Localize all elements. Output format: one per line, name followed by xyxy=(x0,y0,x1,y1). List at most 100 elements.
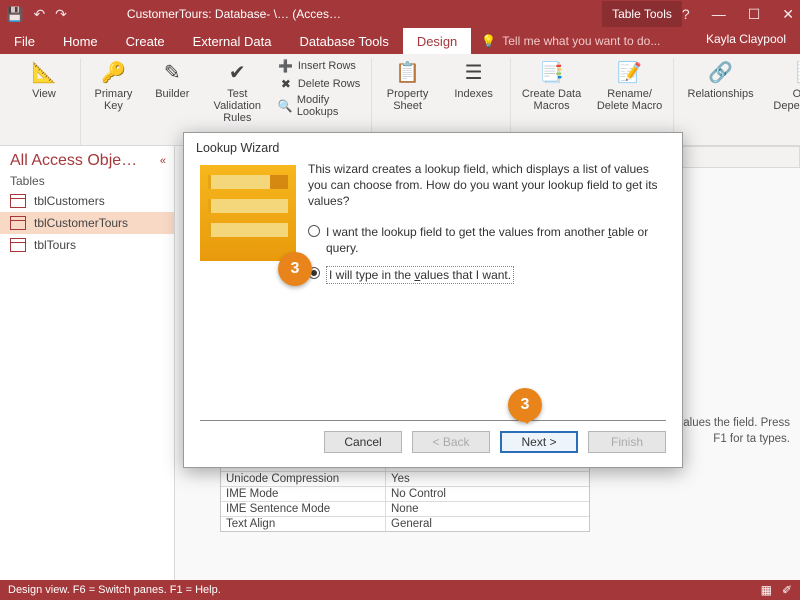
nav-item-tblcustomers[interactable]: tblCustomers xyxy=(0,190,174,212)
prop-row: IME ModeNo Control xyxy=(221,487,589,502)
window-title: CustomerTours: Database- \… (Acces… xyxy=(127,7,602,21)
object-dependencies-button[interactable]: 📊Object Dependencies xyxy=(770,58,800,112)
table-icon xyxy=(10,216,26,230)
lookup-wizard-dialog: Lookup Wizard This wizard creates a look… xyxy=(183,132,683,468)
help-icon[interactable]: ? xyxy=(682,6,690,23)
tab-create[interactable]: Create xyxy=(112,28,179,54)
nav-item-label: tblTours xyxy=(34,238,76,252)
radio-label: I will type in the values that I want. xyxy=(326,266,514,284)
prop-name: Text Align xyxy=(221,517,386,531)
prop-value[interactable]: Yes xyxy=(386,472,589,486)
quick-access-toolbar: 💾 ↶ ↷ xyxy=(6,6,67,23)
rename-delete-macro-button[interactable]: 📝Rename/ Delete Macro xyxy=(595,58,665,112)
nav-item-tblcustomertours[interactable]: tblCustomerTours xyxy=(0,212,174,234)
create-data-macros-button[interactable]: 📑Create Data Macros xyxy=(519,58,585,112)
redo-icon[interactable]: ↷ xyxy=(55,6,67,23)
modify-lookups-label: Modify Lookups xyxy=(297,94,363,118)
prop-name: IME Mode xyxy=(221,487,386,501)
window-controls: ? — ☐ ✕ xyxy=(682,6,794,23)
nav-header[interactable]: All Access Obje… « xyxy=(0,146,174,172)
tab-external-data[interactable]: External Data xyxy=(179,28,286,54)
next-button[interactable]: Next > xyxy=(500,431,578,453)
tab-file[interactable]: File xyxy=(0,28,49,54)
delete-rows-label: Delete Rows xyxy=(298,78,360,90)
dialog-button-row: Cancel < Back Next > Finish xyxy=(200,420,666,453)
datasheet-view-icon[interactable]: ▦ xyxy=(761,583,772,597)
ribbon-tabs: File Home Create External Data Database … xyxy=(0,28,800,54)
view-label: View xyxy=(32,88,56,100)
dialog-intro: This wizard creates a lookup field, whic… xyxy=(308,161,666,210)
view-shortcuts: ▦ ✐ xyxy=(761,583,792,597)
builder-icon: ✎ xyxy=(156,58,188,86)
callout-badge-3b: 3 xyxy=(508,388,542,422)
tab-database-tools[interactable]: Database Tools xyxy=(285,28,402,54)
maximize-icon[interactable]: ☐ xyxy=(748,6,761,23)
modify-lookups-button[interactable]: 🔍Modify Lookups xyxy=(278,94,363,118)
radio-type-values[interactable]: I will type in the values that I want. xyxy=(308,266,666,284)
delete-rows-button[interactable]: ✖ Delete Rows xyxy=(278,76,363,92)
cancel-button[interactable]: Cancel xyxy=(324,431,402,453)
delete-row-icon: ✖ xyxy=(278,76,294,92)
nav-item-tbltours[interactable]: tblTours xyxy=(0,234,174,256)
property-sheet-button[interactable]: 📋Property Sheet xyxy=(380,58,436,112)
indexes-button[interactable]: ☰Indexes xyxy=(446,58,502,100)
chevron-down-icon: « xyxy=(160,155,166,167)
lookup-icon: 🔍 xyxy=(278,98,293,114)
view-icon: 📐 xyxy=(28,58,60,86)
tab-home[interactable]: Home xyxy=(49,28,112,54)
dependencies-icon: 📊 xyxy=(793,58,800,86)
dialog-title: Lookup Wizard xyxy=(184,133,682,161)
rows-commands: ➕ Insert Rows ✖ Delete Rows 🔍Modify Lookup… xyxy=(278,58,363,118)
lightbulb-icon: 💡 xyxy=(481,34,496,48)
title-bar: 💾 ↶ ↷ CustomerTours: Database- \… (Acces… xyxy=(0,0,800,28)
object-dependencies-label: Object Dependencies xyxy=(770,88,800,112)
relationships-icon: 🔗 xyxy=(705,58,737,86)
nav-group-tables[interactable]: Tables xyxy=(0,172,174,190)
radio-from-table[interactable]: I want the lookup field to get the value… xyxy=(308,224,666,256)
insert-rows-button[interactable]: ➕ Insert Rows xyxy=(278,58,363,74)
prop-value[interactable]: General xyxy=(386,517,589,531)
insert-row-icon: ➕ xyxy=(278,58,294,74)
user-label[interactable]: Kayla Claypool xyxy=(692,28,800,54)
create-data-macros-label: Create Data Macros xyxy=(519,88,585,112)
prop-value[interactable]: None xyxy=(386,502,589,516)
tell-me-box[interactable]: 💡 Tell me what you want to do... xyxy=(471,28,692,54)
contextual-tab-label: Table Tools xyxy=(602,1,682,27)
primary-key-label: Primary Key xyxy=(89,88,138,112)
tell-me-placeholder: Tell me what you want to do... xyxy=(502,34,660,48)
minimize-icon[interactable]: — xyxy=(712,6,726,23)
property-sheet-icon: 📋 xyxy=(392,58,424,86)
table-icon xyxy=(10,238,26,252)
nav-item-label: tblCustomers xyxy=(34,194,105,208)
validation-icon: ✔ xyxy=(221,58,253,86)
wizard-illustration xyxy=(200,165,296,261)
indexes-label: Indexes xyxy=(454,88,493,100)
radio-label: I want the lookup field to get the value… xyxy=(326,224,666,256)
design-view-icon[interactable]: ✐ xyxy=(782,583,792,597)
radio-group: I want the lookup field to get the value… xyxy=(308,224,666,285)
radio-icon xyxy=(308,225,320,237)
tab-design[interactable]: Design xyxy=(403,28,471,54)
save-icon[interactable]: 💾 xyxy=(6,6,23,23)
prop-name: IME Sentence Mode xyxy=(221,502,386,516)
prop-row: Unicode CompressionYes xyxy=(221,472,589,487)
rename-delete-macro-label: Rename/ Delete Macro xyxy=(595,88,665,112)
relationships-button[interactable]: 🔗Relationships xyxy=(682,58,760,100)
test-validation-button[interactable]: ✔Test Validation Rules xyxy=(207,58,268,124)
group-views: 📐 View xyxy=(8,58,81,145)
dialog-body: This wizard creates a lookup field, whic… xyxy=(308,161,666,294)
rename-macro-icon: 📝 xyxy=(614,58,646,86)
prop-value[interactable]: No Control xyxy=(386,487,589,501)
view-button[interactable]: 📐 View xyxy=(16,58,72,100)
back-button[interactable]: < Back xyxy=(412,431,490,453)
undo-icon[interactable]: ↶ xyxy=(33,6,45,23)
prop-name: Unicode Compression xyxy=(221,472,386,486)
key-icon: 🔑 xyxy=(97,58,129,86)
group-relationships: 🔗Relationships 📊Object Dependencies xyxy=(674,58,800,145)
builder-label: Builder xyxy=(155,88,189,100)
builder-button[interactable]: ✎ Builder xyxy=(148,58,197,100)
finish-button[interactable]: Finish xyxy=(588,431,666,453)
close-icon[interactable]: ✕ xyxy=(782,6,794,23)
insert-rows-label: Insert Rows xyxy=(298,60,356,72)
primary-key-button[interactable]: 🔑Primary Key xyxy=(89,58,138,112)
